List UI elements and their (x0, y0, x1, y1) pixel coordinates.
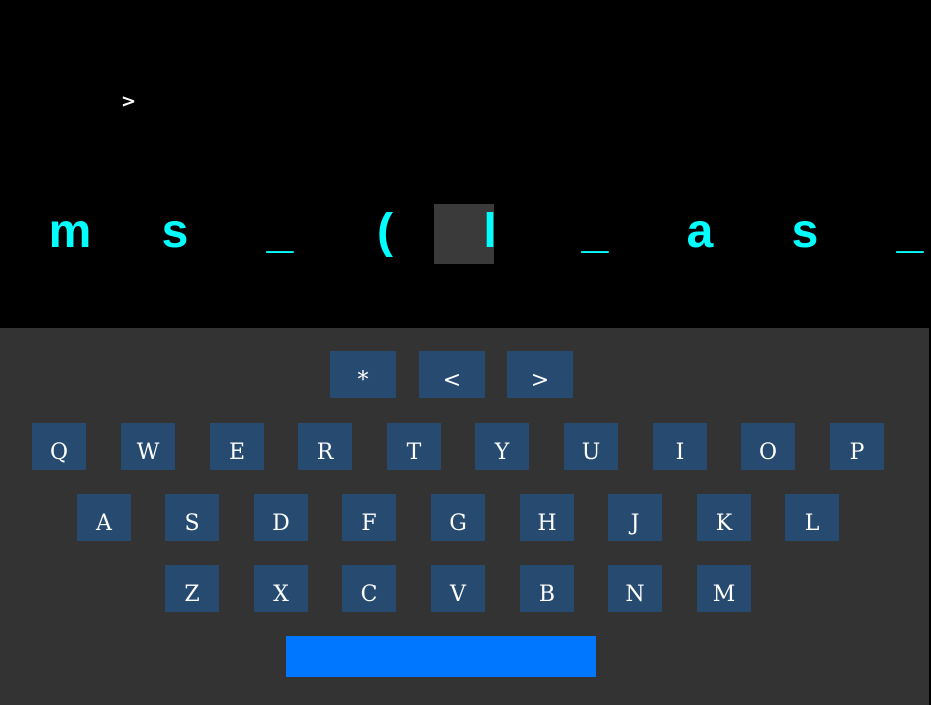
key-b[interactable]: B (520, 565, 574, 612)
key-d[interactable]: D (254, 494, 308, 541)
key-z[interactable]: Z (165, 565, 219, 612)
key-x[interactable]: X (254, 565, 308, 612)
key-h[interactable]: H (520, 494, 574, 541)
key-c[interactable]: C (342, 565, 396, 612)
on-screen-keyboard: * < > Q W E R T Y U I O P A S D F G H J … (0, 328, 929, 705)
key-e[interactable]: E (210, 423, 264, 470)
key-t[interactable]: T (387, 423, 441, 470)
space-key[interactable] (286, 636, 596, 677)
key-j[interactable]: J (608, 494, 662, 541)
key-cursor-left[interactable]: < (419, 351, 485, 398)
prompt-symbol: > (121, 91, 137, 112)
key-o[interactable]: O (741, 423, 795, 470)
screen: > m s _ ( l _ a s _ * < > Q W E R T Y U … (0, 0, 931, 705)
text-char: s (791, 205, 819, 258)
key-m[interactable]: M (697, 565, 751, 612)
key-n[interactable]: N (608, 565, 662, 612)
text-char: m (48, 205, 92, 258)
key-l[interactable]: L (785, 494, 839, 541)
key-k[interactable]: K (697, 494, 751, 541)
text-char: s (161, 205, 189, 258)
key-w[interactable]: W (121, 423, 175, 470)
key-s[interactable]: S (165, 494, 219, 541)
key-a[interactable]: A (77, 494, 131, 541)
key-v[interactable]: V (431, 565, 485, 612)
text-char-current: l (483, 205, 497, 258)
key-i[interactable]: I (653, 423, 707, 470)
key-r[interactable]: R (298, 423, 352, 470)
text-char: _ (581, 205, 609, 258)
key-cursor-right[interactable]: > (507, 351, 573, 398)
key-q[interactable]: Q (32, 423, 86, 470)
key-g[interactable]: G (431, 494, 485, 541)
text-char: a (686, 205, 714, 258)
text-char: ( (377, 205, 393, 258)
key-u[interactable]: U (564, 423, 618, 470)
key-p[interactable]: P (830, 423, 884, 470)
key-y[interactable]: Y (475, 423, 529, 470)
key-asterisk[interactable]: * (330, 351, 396, 398)
text-char: _ (266, 205, 294, 258)
text-char: _ (896, 205, 924, 258)
key-f[interactable]: F (342, 494, 396, 541)
